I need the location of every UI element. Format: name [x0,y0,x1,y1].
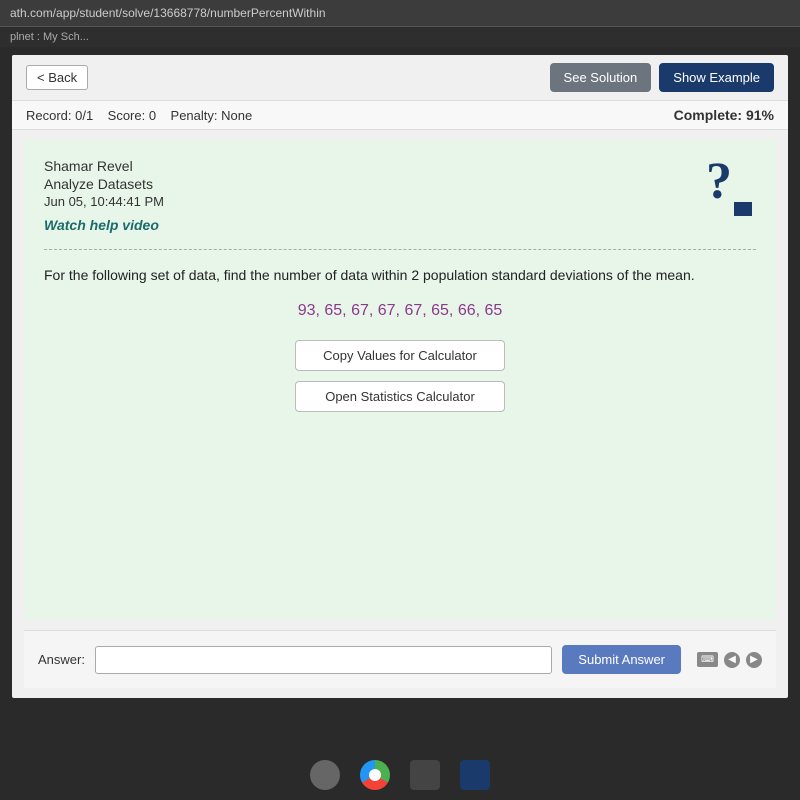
copy-values-button[interactable]: Copy Values for Calculator [295,340,505,371]
files-icon[interactable] [410,760,440,790]
prev-nav-icon[interactable]: ◀ [724,652,740,668]
divider [44,249,756,250]
complete-text: Complete: 91% [674,107,774,123]
subject-label: Analyze Datasets [44,176,756,192]
icon-area: ⌨ ◀ ▶ [697,652,762,668]
submit-answer-button[interactable]: Submit Answer [562,645,681,674]
answer-label: Answer: [38,652,85,667]
top-buttons-group: See Solution Show Example [550,63,774,92]
browser-bottom-bar [0,750,800,800]
watch-help-link[interactable]: Watch help video [44,217,159,233]
date-time-label: Jun 05, 10:44:41 PM [44,194,756,209]
app-container: < Back See Solution Show Example Record:… [12,55,788,698]
score-label: Score: 0 [108,108,156,123]
calculator-buttons-group: Copy Values for Calculator Open Statisti… [44,340,756,412]
record-score-penalty: Record: 0/1 Score: 0 Penalty: None [26,108,252,123]
open-statistics-button[interactable]: Open Statistics Calculator [295,381,505,412]
data-values: 93, 65, 67, 67, 67, 65, 66, 65 [44,302,756,320]
content-area: ? Shamar Revel Analyze Datasets Jun 05, … [24,140,776,620]
record-label: Record: 0/1 [26,108,93,123]
penalty-label: Penalty: None [171,108,253,123]
keyboard-icon[interactable]: ⌨ [697,652,718,667]
home-icon[interactable] [310,760,340,790]
app-icon[interactable] [460,760,490,790]
see-solution-button[interactable]: See Solution [550,63,652,92]
help-icon: ? [706,156,756,211]
back-button[interactable]: < Back [26,65,88,90]
answer-area: Answer: Submit Answer ⌨ ◀ ▶ [24,630,776,688]
answer-input[interactable] [95,646,552,674]
student-name: Shamar Revel [44,158,756,174]
next-nav-icon[interactable]: ▶ [746,652,762,668]
status-bar: Record: 0/1 Score: 0 Penalty: None Compl… [12,101,788,130]
tab-bar: plnet : My Sch... [0,27,800,47]
url-bar: ath.com/app/student/solve/13668778/numbe… [0,0,800,27]
chrome-icon[interactable] [360,760,390,790]
show-example-button[interactable]: Show Example [659,63,774,92]
action-bar: < Back See Solution Show Example [12,55,788,101]
problem-text: For the following set of data, find the … [44,264,756,286]
